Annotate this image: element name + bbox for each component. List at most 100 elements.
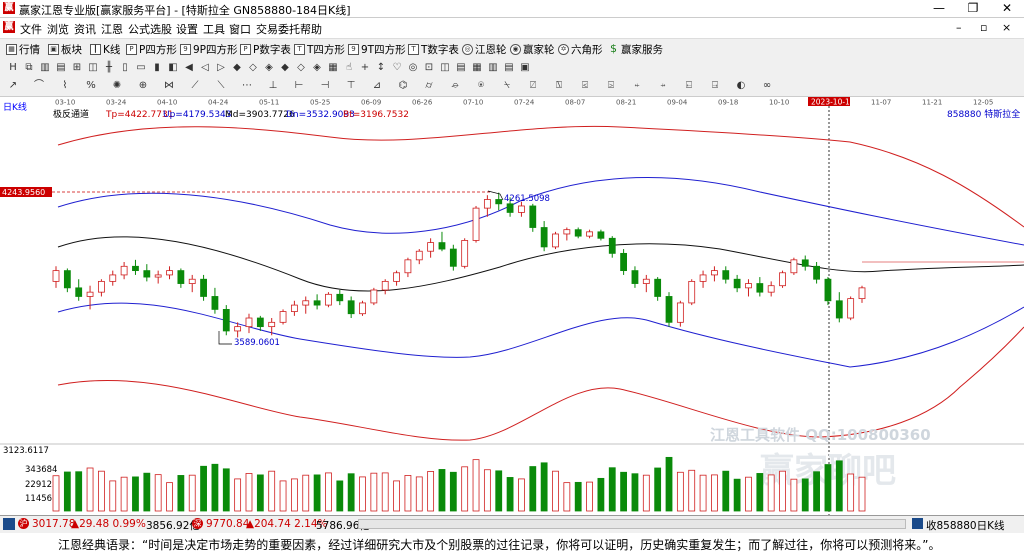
menu-browse[interactable]: 浏览 — [47, 21, 69, 37]
menu-news[interactable]: 资讯 — [74, 21, 96, 37]
toolbar-tool-icon[interactable]: ⧉ — [22, 61, 36, 75]
mdi-minimize-button[interactable]: – — [956, 21, 962, 34]
winner-wheel-button[interactable]: ◉ 赢家轮 — [510, 42, 555, 57]
drawing-tool-icon[interactable]: ⍁ — [526, 79, 540, 93]
drawing-tool-icon[interactable]: ⟍ — [214, 79, 228, 93]
toolbar-tool-icon[interactable]: ▥ — [486, 61, 500, 75]
candle-body — [756, 283, 764, 293]
toolbar-tool-icon[interactable]: ▤ — [54, 61, 68, 75]
menu-settings[interactable]: 设置 — [176, 21, 198, 37]
drawing-tool-icon[interactable]: ⊕ — [136, 79, 150, 93]
toolbar-tool-icon[interactable]: + — [358, 61, 372, 75]
drawing-tool-icon[interactable]: ⍂ — [552, 79, 566, 93]
drawing-tool-icon[interactable]: ⍇ — [682, 79, 696, 93]
menu-file[interactable]: 文件 — [20, 21, 42, 37]
menu-trade[interactable]: 交易委托 — [256, 21, 300, 37]
toolbar-tool-icon[interactable]: ◈ — [310, 61, 324, 75]
t-square-button[interactable]: T T四方形 — [294, 42, 345, 57]
toolbar-tool-icon[interactable]: ╫ — [102, 61, 116, 75]
toolbar-tool-icon[interactable]: ▮ — [150, 61, 164, 75]
drawing-tool-icon[interactable]: ◐ — [734, 79, 748, 93]
chart-area[interactable]: 03-10 03-24 04-10 04-24 05-11 05-25 06-09 06-26… — [0, 97, 1024, 515]
toolbar-tool-icon[interactable]: ◧ — [166, 61, 180, 75]
drawing-tool-icon[interactable]: ⍆ — [656, 79, 670, 93]
drawing-tool-icon[interactable]: ⍟ — [474, 79, 488, 93]
horizontal-scrollbar[interactable] — [358, 519, 906, 529]
toolbar-tool-icon[interactable]: ▥ — [38, 61, 52, 75]
toolbar-tool-icon[interactable]: ♡ — [390, 61, 404, 75]
toolbar-tool-icon[interactable]: ↕ — [374, 61, 388, 75]
minimize-button[interactable]: — — [922, 0, 956, 17]
menu-tools[interactable]: 工具 — [203, 21, 225, 37]
menu-gann[interactable]: 江恩 — [101, 21, 123, 37]
toolbar-tool-icon[interactable]: ▤ — [454, 61, 468, 75]
9t-square-button[interactable]: 9 9T四方形 — [348, 42, 406, 57]
drawing-tool-icon[interactable]: ⟋ — [188, 79, 202, 93]
menu-formula[interactable]: 公式选股 — [128, 21, 172, 37]
toolbar-tool-icon[interactable]: ◫ — [86, 61, 100, 75]
gann-wheel-button[interactable]: ◎ 江恩轮 — [462, 42, 507, 57]
9p-square-button[interactable]: 9 9P四方形 — [180, 42, 238, 57]
drawing-tool-icon[interactable]: ⋈ — [162, 79, 176, 93]
drawing-tool-icon[interactable]: ⊥ — [266, 79, 280, 93]
hexagon-button[interactable]: ✡ 六角形 — [558, 42, 603, 57]
toolbar-tool-icon[interactable]: ▤ — [502, 61, 516, 75]
drawing-tool-icon[interactable]: ⌬ — [396, 79, 410, 93]
toolbar-tool-icon[interactable]: ◫ — [438, 61, 452, 75]
menu-help[interactable]: 帮助 — [300, 21, 322, 37]
close-button[interactable]: ✕ — [990, 0, 1024, 17]
mdi-close-button[interactable]: × — [1002, 21, 1011, 34]
p-square-button[interactable]: P P四方形 — [126, 42, 177, 57]
toolbar-tool-icon[interactable]: ▷ — [214, 61, 228, 75]
menu-window[interactable]: 窗口 — [229, 21, 251, 37]
sector-button[interactable]: ▣ 板块 — [48, 42, 82, 57]
drawing-tool-icon[interactable]: % — [84, 79, 98, 93]
toolbar-tool-icon[interactable]: ⊞ — [70, 61, 84, 75]
candle-body — [552, 233, 559, 248]
drawing-tool-icon[interactable]: ∞ — [760, 79, 774, 93]
date-tick: 12-05 — [973, 99, 993, 107]
drawing-tool-icon[interactable]: ⊤ — [344, 79, 358, 93]
toolbar-tool-icon[interactable]: ▦ — [326, 61, 340, 75]
restore-button[interactable]: ❐ — [956, 0, 990, 17]
toolbar-tool-icon[interactable]: ◆ — [278, 61, 292, 75]
drawing-tool-icon[interactable]: ⊣ — [318, 79, 332, 93]
drawing-tool-icon[interactable]: ⋯ — [240, 79, 254, 93]
toolbar-tool-icon[interactable]: ▭ — [134, 61, 148, 75]
kline-chart[interactable]: 03-10 03-24 04-10 04-24 05-11 05-25 06-09 06-26… — [0, 97, 1024, 515]
toolbar-tool-icon[interactable]: ▯ — [118, 61, 132, 75]
kline-button[interactable]: ┃ K线 — [90, 42, 120, 57]
drawing-tool-icon[interactable]: ⍀ — [500, 79, 514, 93]
drawing-tool-icon[interactable]: ⍃ — [578, 79, 592, 93]
drawing-tool-icon[interactable]: ⌒ — [32, 79, 46, 93]
toolbar-tool-icon[interactable]: ◈ — [262, 61, 276, 75]
candle-body — [52, 270, 60, 282]
status-grid-icon[interactable] — [3, 518, 15, 530]
toolbar-tool-icon[interactable]: ◀ — [182, 61, 196, 75]
t-number-button[interactable]: T T数字表 — [408, 42, 459, 57]
mdi-restore-button[interactable]: ▫ — [980, 21, 987, 34]
drawing-tool-icon[interactable]: ⌭ — [422, 79, 436, 93]
drawing-tool-icon[interactable]: ⍅ — [630, 79, 644, 93]
toolbar-tool-icon[interactable]: ◇ — [294, 61, 308, 75]
drawing-tool-icon[interactable]: ↗ — [6, 79, 20, 93]
toolbar-tool-icon[interactable]: ◇ — [246, 61, 260, 75]
toolbar-tool-icon[interactable]: ▣ — [518, 61, 532, 75]
drawing-tool-icon[interactable]: ✺ — [110, 79, 124, 93]
p-number-button[interactable]: P P数字表 — [240, 42, 291, 57]
drawing-tool-icon[interactable]: ⊿ — [370, 79, 384, 93]
toolbar-tool-icon[interactable]: ▦ — [470, 61, 484, 75]
drawing-tool-icon[interactable]: ⌇ — [58, 79, 72, 93]
toolbar-tool-icon[interactable]: ◆ — [230, 61, 244, 75]
toolbar-tool-icon[interactable]: ◁ — [198, 61, 212, 75]
toolbar-tool-icon[interactable]: ◎ — [406, 61, 420, 75]
toolbar-tool-icon[interactable]: H — [6, 61, 20, 75]
toolbar-tool-icon[interactable]: ☝ — [342, 61, 356, 75]
drawing-tool-icon[interactable]: ⍈ — [708, 79, 722, 93]
quote-button[interactable]: ▦ 行情 — [6, 42, 40, 57]
drawing-tool-icon[interactable]: ⊢ — [292, 79, 306, 93]
drawing-tool-icon[interactable]: ⍄ — [604, 79, 618, 93]
drawing-tool-icon[interactable]: ⌮ — [448, 79, 462, 93]
winner-service-button[interactable]: $ 赢家服务 — [608, 42, 663, 57]
toolbar-tool-icon[interactable]: ⊡ — [422, 61, 436, 75]
